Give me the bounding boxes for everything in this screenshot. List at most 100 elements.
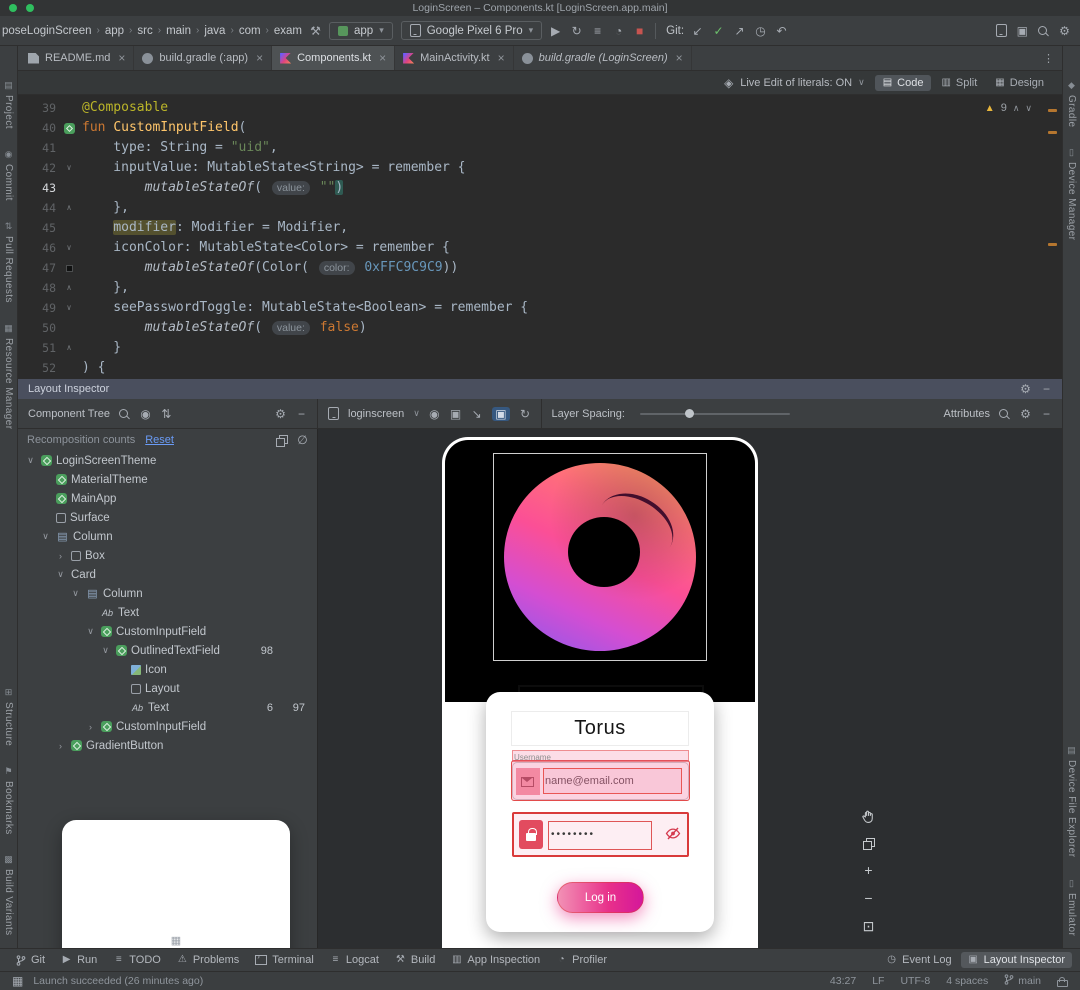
tree-item[interactable]: ∨ ▤ Column: [18, 527, 317, 546]
fold-icon[interactable]: ∧: [67, 278, 72, 298]
window-control-dot[interactable]: [9, 4, 17, 12]
clear-icon[interactable]: ∅: [297, 434, 308, 446]
statusbar-layout-inspector[interactable]: ▣ Layout Inspector: [960, 952, 1072, 968]
breadcrumb-item[interactable]: app: [105, 25, 124, 37]
expand-icon[interactable]: ∨: [84, 626, 97, 637]
search-icon[interactable]: [118, 408, 130, 419]
git-branch[interactable]: main: [1004, 973, 1041, 989]
prev-warning-icon[interactable]: ∧: [1013, 103, 1020, 114]
expand-icon[interactable]: ›: [54, 741, 67, 751]
search-icon[interactable]: [999, 408, 1010, 419]
expand-icon[interactable]: ∨: [69, 588, 82, 599]
tree-item[interactable]: Icon: [18, 660, 317, 679]
breadcrumb-item[interactable]: src: [137, 25, 152, 37]
inspection-widget[interactable]: ▲ 9 ∧ ∨: [985, 102, 1032, 114]
select-mode-icon[interactable]: ▣: [492, 406, 510, 421]
username-field[interactable]: name@email.com: [511, 760, 690, 801]
push-icon[interactable]: ↗: [734, 25, 745, 37]
tree-item[interactable]: Ab Text: [18, 603, 317, 622]
tree-item[interactable]: › GradientButton: [18, 736, 317, 755]
window-control-dot[interactable]: [26, 4, 34, 12]
expand-icon[interactable]: ∨: [54, 569, 67, 580]
expand-icon[interactable]: ∨: [24, 455, 37, 466]
statusbar-todo[interactable]: ≡ TODO: [106, 952, 168, 968]
code-editor[interactable]: 39 @Composable 40 fun CustomInputField(41 t…: [18, 95, 1062, 379]
tree-item[interactable]: › CustomInputField: [18, 717, 317, 736]
close-icon[interactable]: ×: [256, 51, 263, 65]
login-button[interactable]: Log in: [557, 882, 644, 913]
breadcrumb-item[interactable]: main: [166, 25, 191, 37]
device-dropdown[interactable]: Google Pixel 6 Pro ▾: [400, 21, 543, 40]
apply-changes-icon[interactable]: ↻: [571, 25, 582, 37]
tool-stripe-build-variants[interactable]: ▩ Build Variants: [3, 854, 14, 936]
tool-stripe-device-file-explorer[interactable]: ▤ Device File Explorer: [1066, 745, 1077, 857]
pan-icon[interactable]: [861, 809, 876, 824]
more-icon[interactable]: ⋮: [1035, 46, 1062, 70]
minimize-icon[interactable]: −: [296, 408, 307, 420]
copy-icon[interactable]: [276, 434, 288, 447]
breadcrumb-item[interactable]: exam: [274, 25, 302, 37]
editor-tab[interactable]: README.md ×: [20, 46, 135, 70]
tool-stripe-commit[interactable]: ◉ Commit: [3, 149, 14, 201]
tool-stripe-emulator[interactable]: ▯ Emulator: [1066, 878, 1077, 936]
slider-thumb[interactable]: [684, 409, 694, 418]
tree-item[interactable]: Ab Text 6 97: [18, 698, 317, 717]
statusbar-problems[interactable]: ⚠ Problems: [170, 952, 246, 968]
breadcrumb-item[interactable]: java: [204, 25, 225, 37]
commit-icon[interactable]: ✓: [713, 25, 724, 37]
run-icon[interactable]: ▶: [550, 25, 561, 37]
tree-item[interactable]: Layout: [18, 679, 317, 698]
live-edit-toggle[interactable]: ◈ Live Edit of literals: ON ∨: [723, 77, 865, 89]
statusbar-run[interactable]: ▶ Run: [54, 952, 104, 968]
run-config-dropdown[interactable]: app ▾: [329, 21, 393, 40]
editor-tab[interactable]: Components.kt ×: [272, 46, 396, 70]
close-icon[interactable]: ×: [118, 51, 125, 65]
expand-icon[interactable]: ›: [84, 722, 97, 732]
tool-stripe-gradle[interactable]: ◆ Gradle: [1066, 80, 1077, 127]
tool-stripe-structure[interactable]: ⊞ Structure: [3, 687, 14, 746]
update-project-icon[interactable]: ↙: [692, 25, 703, 37]
mode-design-button[interactable]: ▦ Design: [987, 75, 1052, 91]
mode-code-button[interactable]: ▤ Code: [874, 74, 932, 91]
minimize-icon[interactable]: −: [1041, 383, 1052, 395]
reset-link[interactable]: Reset: [145, 434, 174, 446]
settings-icon[interactable]: ⚙: [1059, 25, 1070, 37]
settings-icon[interactable]: ⚙: [275, 408, 286, 420]
rollback-icon[interactable]: ↶: [776, 25, 787, 37]
fold-icon[interactable]: ∧: [67, 338, 72, 358]
tree-item[interactable]: ∨ OutlinedTextField 98: [18, 641, 317, 660]
fold-icon[interactable]: ∧: [67, 198, 72, 218]
breadcrumb-item[interactable]: com: [239, 25, 261, 37]
layout-inspector-icon[interactable]: ▣: [1017, 25, 1028, 37]
statusbar-terminal[interactable]: Terminal: [248, 952, 321, 968]
history-icon[interactable]: ◷: [755, 25, 766, 37]
fit-screen-icon[interactable]: ⊡: [863, 919, 875, 933]
editor-tab[interactable]: build.gradle (LoginScreen) ×: [514, 46, 692, 70]
tool-stripe-bookmarks[interactable]: ⚑ Bookmarks: [3, 766, 14, 835]
window-controls[interactable]: [9, 4, 34, 12]
line-separator[interactable]: LF: [872, 975, 884, 987]
statusbar-event-log[interactable]: ◷ Event Log: [879, 952, 959, 968]
statusbar-git[interactable]: Git: [8, 952, 52, 969]
tool-stripe-pull-requests[interactable]: ⇅ Pull Requests: [3, 221, 14, 303]
statusbar-profiler[interactable]: ◔ Profiler: [549, 952, 614, 968]
statusbar-build[interactable]: ⚒ Build: [388, 952, 442, 968]
statusbar-app-inspection[interactable]: ▥ App Inspection: [444, 952, 547, 968]
password-field[interactable]: ••••••••: [512, 812, 689, 857]
mode-split-button[interactable]: ▥ Split: [933, 75, 985, 91]
screenshot-icon[interactable]: ▣: [450, 408, 461, 420]
search-icon[interactable]: [1038, 25, 1049, 36]
tree-item[interactable]: ∨ CustomInputField: [18, 622, 317, 641]
fold-icon[interactable]: ∨: [67, 298, 72, 318]
sort-icon[interactable]: ⇅: [161, 408, 172, 420]
tree-item[interactable]: ∨ ▦ Card: [18, 565, 317, 948]
indent-size[interactable]: 4 spaces: [946, 975, 988, 987]
stop-icon[interactable]: ■: [634, 25, 645, 37]
profiler-icon[interactable]: ◔: [613, 25, 624, 37]
eye-off-icon[interactable]: [665, 826, 681, 843]
settings-icon[interactable]: ⚙: [1020, 408, 1031, 420]
settings-icon[interactable]: ⚙: [1020, 383, 1031, 395]
export-icon[interactable]: ↘: [471, 408, 482, 420]
sync-project-icon[interactable]: ≡: [592, 25, 603, 37]
tool-stripe-resource-manager[interactable]: ▦ Resource Manager: [3, 323, 14, 429]
